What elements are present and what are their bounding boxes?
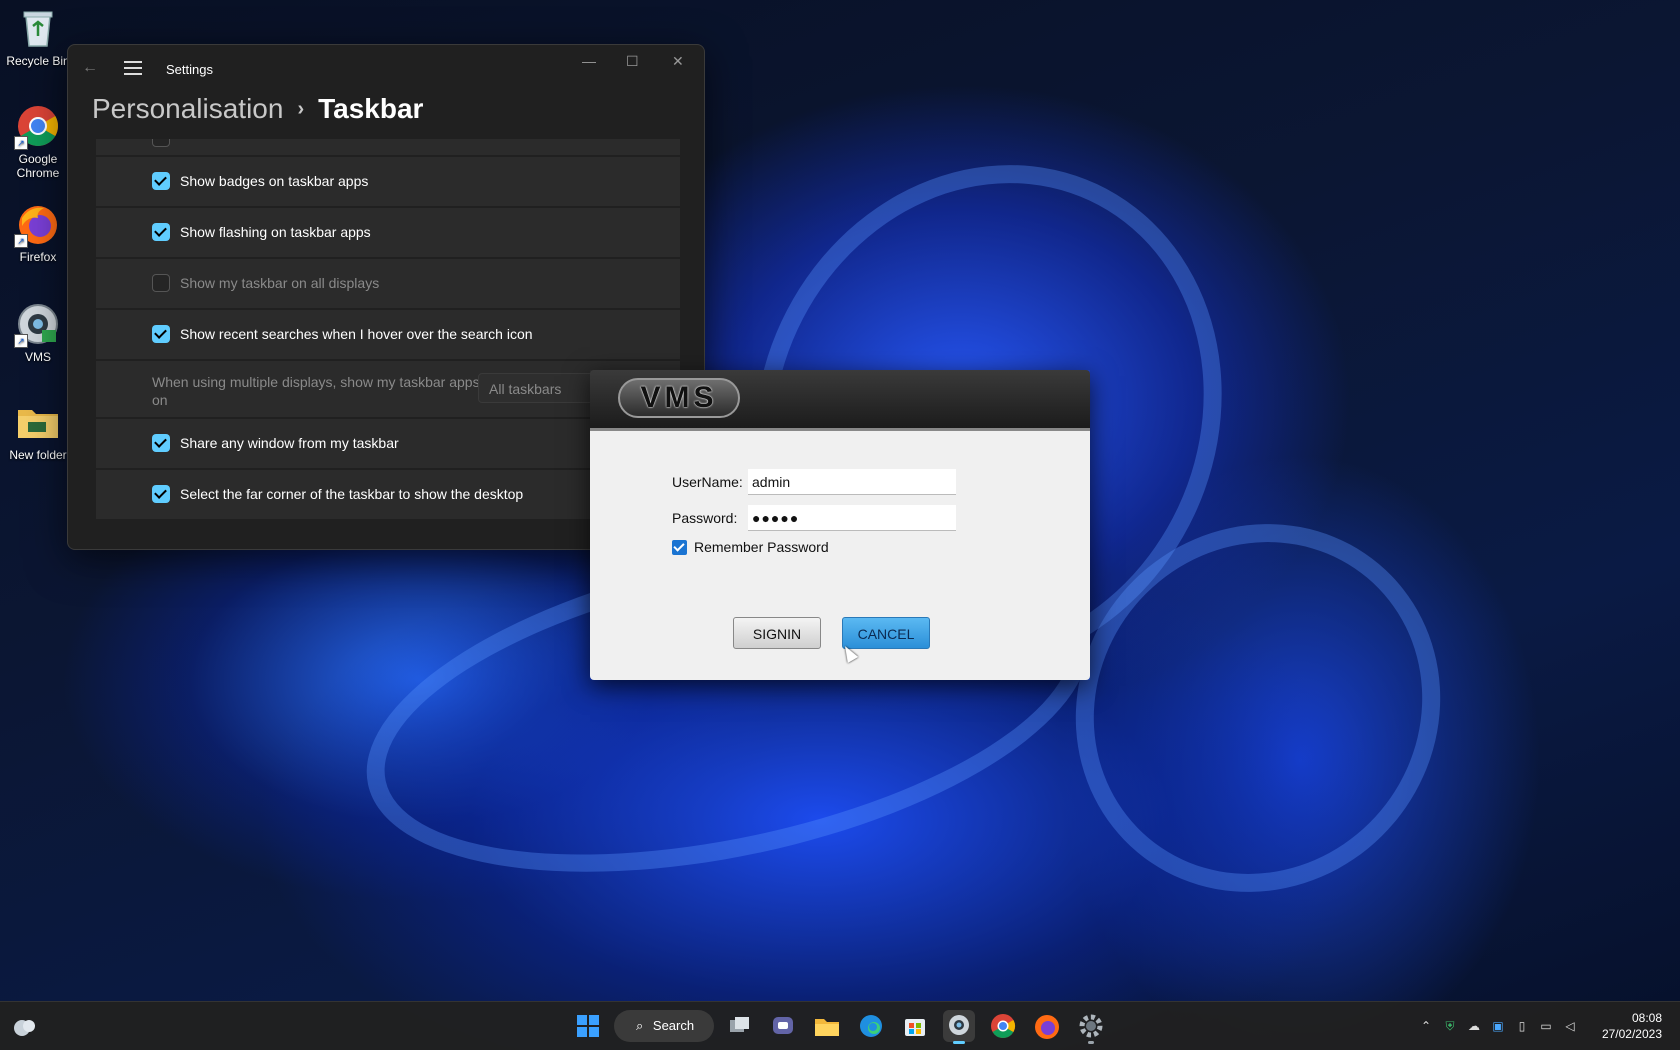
clock-date: 27/02/2023 xyxy=(1601,1027,1662,1041)
signin-button[interactable]: SIGNIN xyxy=(733,617,821,649)
volume-muted-icon[interactable]: ◁ xyxy=(1562,1018,1578,1034)
vms-app-icon: ↗ xyxy=(14,302,60,348)
teams-chat-icon[interactable] xyxy=(767,1010,799,1042)
username-label: UserName: xyxy=(672,474,743,490)
setting-label: Show flashing on taskbar apps xyxy=(180,224,371,240)
page-title: Taskbar xyxy=(318,93,424,124)
task-view-icon[interactable] xyxy=(724,1010,756,1042)
window-title: Settings xyxy=(166,62,213,77)
desktop-icon-label: VMS xyxy=(24,350,51,364)
desktop-icon-label: Google Chrome xyxy=(16,152,60,180)
vms-app-icon[interactable] xyxy=(943,1010,975,1044)
vms-login-dialog: VMS UserName: admin Password: ●●●●● Reme… xyxy=(590,370,1090,680)
system-clock[interactable]: 08:08 27/02/2023 xyxy=(1602,1010,1662,1042)
vms-form: UserName: admin Password: ●●●●● Remember… xyxy=(590,431,1090,680)
security-shield-icon[interactable]: ⛨ xyxy=(1442,1018,1458,1034)
settings-titlebar: ← Settings — ☐ ✕ xyxy=(68,45,704,93)
shortcut-arrow-icon: ↗ xyxy=(14,334,28,348)
desktop-icon-firefox[interactable]: ↗ Firefox xyxy=(4,202,72,264)
password-input[interactable]: ●●●●● xyxy=(748,505,956,531)
firefox-icon[interactable] xyxy=(1031,1010,1063,1042)
desktop-icon-new-folder[interactable]: New folder xyxy=(4,400,72,462)
cloud-icon[interactable]: ☁ xyxy=(1466,1018,1482,1034)
setting-label: Select the far corner of the taskbar to … xyxy=(180,486,524,502)
settings-gear-icon[interactable] xyxy=(1075,1010,1107,1044)
display-icon[interactable]: ▭ xyxy=(1538,1018,1554,1034)
desktop-icon-label: New folder xyxy=(9,448,67,462)
vms-header: VMS xyxy=(590,370,1090,431)
minimize-button[interactable]: — xyxy=(582,53,596,69)
setting-label: Show recent searches when I hover over t… xyxy=(180,326,533,342)
checkbox[interactable] xyxy=(152,139,170,147)
weather-widget-icon[interactable] xyxy=(8,1010,40,1042)
checkbox-show-badges[interactable] xyxy=(152,172,170,190)
recycle-bin-icon xyxy=(16,6,60,50)
desktop-icon-recycle-bin[interactable]: Recycle Bin xyxy=(4,6,72,68)
remember-password-checkbox[interactable] xyxy=(672,540,687,555)
desktop-icon-label: Firefox xyxy=(19,250,57,264)
taskbar-apps-dropdown[interactable]: All taskbars xyxy=(478,373,598,403)
folder-icon xyxy=(16,400,60,444)
start-icon[interactable] xyxy=(572,1010,604,1042)
hamburger-menu-icon[interactable] xyxy=(124,57,142,79)
chrome-icon[interactable] xyxy=(987,1010,1019,1042)
close-button[interactable]: ✕ xyxy=(672,53,684,70)
chevron-up-icon[interactable]: ⌃ xyxy=(1418,1018,1434,1034)
taskbar: ⌕ Search ⌃ ⛨ ☁ ▣ ▯ ▭ ◁ 08:08 27/02/2023 xyxy=(0,1001,1680,1050)
search-label: Search xyxy=(652,1018,695,1033)
clock-time: 08:08 xyxy=(1631,1011,1662,1025)
desktop-icon-label: Recycle Bin xyxy=(6,54,70,68)
desktop-icon-vms[interactable]: ↗ VMS xyxy=(4,302,72,364)
store-icon[interactable] xyxy=(899,1010,931,1042)
checkbox-share-window[interactable] xyxy=(152,434,170,452)
checkbox-show-flashing[interactable] xyxy=(152,223,170,241)
vms-logo: VMS xyxy=(618,378,740,418)
battery-icon[interactable]: ▯ xyxy=(1514,1018,1530,1034)
remember-password-label[interactable]: Remember Password xyxy=(694,539,829,555)
breadcrumb-parent-link[interactable]: Personalisation xyxy=(92,93,283,124)
firefox-icon: ↗ xyxy=(14,202,60,248)
breadcrumb: Personalisation › Taskbar xyxy=(92,93,423,125)
network-status-icon[interactable]: ▣ xyxy=(1490,1018,1506,1034)
checkbox-far-corner[interactable] xyxy=(152,485,170,503)
username-input[interactable]: admin xyxy=(748,469,956,495)
taskbar-search-button[interactable]: ⌕ Search xyxy=(614,1010,714,1042)
setting-label: Share any window from my taskbar xyxy=(180,435,399,451)
checkbox-all-displays[interactable] xyxy=(152,274,170,292)
breadcrumb-separator-icon: › xyxy=(297,98,305,120)
desktop-icon-chrome[interactable]: ↗ Google Chrome xyxy=(4,104,72,180)
chrome-icon: ↗ xyxy=(14,104,60,150)
password-label: Password: xyxy=(672,510,738,526)
cancel-button[interactable]: CANCEL xyxy=(842,617,930,649)
shortcut-arrow-icon: ↗ xyxy=(14,234,28,248)
setting-label: When using multiple displays, show my ta… xyxy=(152,374,480,408)
setting-row-all-displays[interactable]: Show my taskbar on all displays xyxy=(96,259,680,310)
setting-row-show-flashing[interactable]: Show flashing on taskbar apps xyxy=(96,208,680,259)
setting-label: Show badges on taskbar apps xyxy=(180,173,369,189)
setting-row-show-badges[interactable]: Show badges on taskbar apps xyxy=(96,157,680,208)
setting-row-recent-searches[interactable]: Show recent searches when I hover over t… xyxy=(96,310,680,361)
shortcut-arrow-icon: ↗ xyxy=(14,136,28,150)
edge-icon[interactable] xyxy=(855,1010,887,1042)
back-arrow-icon[interactable]: ← xyxy=(82,59,98,77)
checkbox-recent-searches[interactable] xyxy=(152,325,170,343)
file-explorer-icon[interactable] xyxy=(811,1010,843,1042)
maximize-button[interactable]: ☐ xyxy=(626,53,639,70)
search-icon: ⌕ xyxy=(636,1018,644,1033)
list-item-partial xyxy=(96,139,680,157)
setting-label: Show my taskbar on all displays xyxy=(180,275,380,291)
